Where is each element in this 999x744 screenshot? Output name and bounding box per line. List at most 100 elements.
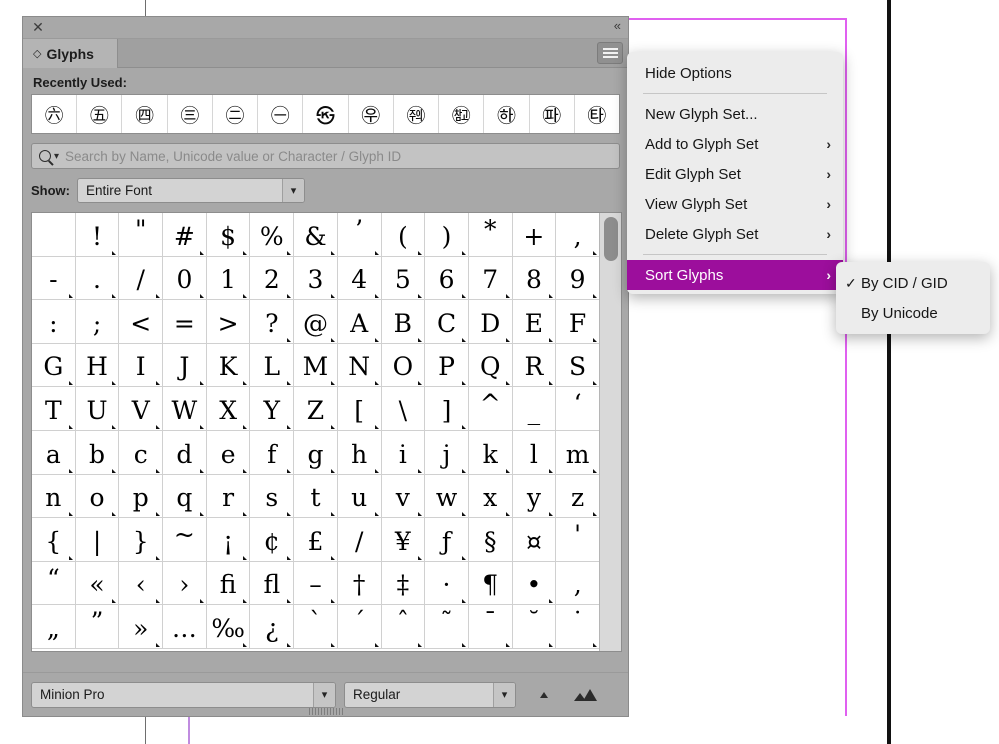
- alternates-triangle-icon[interactable]: [418, 381, 423, 386]
- menu-item-new-glyph-set[interactable]: New Glyph Set...: [627, 99, 843, 129]
- alternates-triangle-icon[interactable]: [287, 468, 292, 473]
- glyph-cell[interactable]: !: [75, 213, 120, 257]
- search-icon[interactable]: ▾: [32, 150, 63, 162]
- alternates-triangle-icon[interactable]: [330, 381, 335, 386]
- glyph-cell[interactable]: ^: [468, 387, 513, 431]
- alternates-triangle-icon[interactable]: [505, 381, 510, 386]
- glyph-cell[interactable]: -: [32, 256, 76, 301]
- alternates-triangle-icon[interactable]: [461, 337, 466, 342]
- alternates-triangle-icon[interactable]: [112, 424, 117, 429]
- glyph-cell[interactable]: *: [468, 213, 513, 257]
- alternates-triangle-icon[interactable]: [199, 294, 204, 299]
- glyph-cell[interactable]: &: [294, 213, 338, 257]
- glyph-cell[interactable]: E: [512, 300, 557, 344]
- alternates-triangle-icon[interactable]: [592, 381, 597, 386]
- alternates-triangle-icon[interactable]: [243, 250, 248, 255]
- show-filter-dropdown[interactable]: Entire Font ▾: [77, 178, 305, 203]
- glyph-cell[interactable]: ﬂ: [250, 561, 295, 606]
- alternates-triangle-icon[interactable]: [418, 555, 423, 560]
- glyph-cell[interactable]: /: [337, 518, 382, 562]
- glyph-cell[interactable]: :: [32, 300, 76, 344]
- alternates-triangle-icon[interactable]: [505, 512, 510, 517]
- glyph-cell[interactable]: ˘: [512, 605, 557, 649]
- glyph-cell[interactable]: H: [75, 343, 120, 388]
- alternates-triangle-icon[interactable]: [156, 381, 161, 386]
- alternates-triangle-icon[interactable]: [68, 555, 73, 560]
- glyph-cell[interactable]: `: [294, 605, 338, 649]
- submenu-item-by-unicode[interactable]: By Unicode: [836, 298, 990, 328]
- glyph-cell[interactable]: f: [250, 430, 295, 475]
- glyph-cell[interactable]: k: [468, 430, 513, 475]
- alternates-triangle-icon[interactable]: [330, 294, 335, 299]
- glyph-cell[interactable]: $: [206, 213, 251, 257]
- glyph-cell[interactable]: (: [381, 213, 426, 257]
- glyph-cell[interactable]: r: [206, 474, 251, 519]
- scrollbar-thumb[interactable]: [604, 217, 619, 261]
- alternates-triangle-icon[interactable]: [592, 468, 597, 473]
- alternates-triangle-icon[interactable]: [68, 294, 73, 299]
- recent-glyph-30[interactable]: ㊀: [258, 95, 304, 133]
- alternates-triangle-icon[interactable]: [243, 555, 248, 560]
- alternates-triangle-icon[interactable]: [330, 250, 335, 255]
- glyph-cell[interactable]: 4: [337, 256, 382, 301]
- glyph-cell[interactable]: z: [556, 474, 600, 519]
- alternates-triangle-icon[interactable]: [156, 294, 161, 299]
- glyph-cell[interactable]: W: [163, 387, 207, 431]
- glyph-cell[interactable]: 2: [250, 256, 295, 301]
- glyph-cell[interactable]: ˆ: [381, 605, 426, 649]
- glyph-cell[interactable]: q: [163, 474, 207, 519]
- glyph-cell[interactable]: [32, 213, 76, 257]
- alternates-triangle-icon[interactable]: [418, 468, 423, 473]
- recent-glyph-23[interactable]: ㉹: [575, 95, 619, 133]
- glyph-cell[interactable]: N: [337, 343, 382, 388]
- alternates-triangle-icon[interactable]: [243, 642, 248, 647]
- alternates-triangle-icon[interactable]: [461, 294, 466, 299]
- glyph-cell[interactable]: +: [512, 213, 557, 257]
- glyph-cell[interactable]: ˜: [425, 605, 469, 649]
- alternates-triangle-icon[interactable]: [243, 599, 248, 604]
- alternates-triangle-icon[interactable]: [461, 424, 466, 429]
- glyph-cell[interactable]: n: [32, 474, 76, 519]
- glyph-cell[interactable]: x: [468, 474, 513, 519]
- glyph-cell[interactable]: ": [119, 213, 164, 257]
- glyph-cell[interactable]: ‹: [119, 561, 164, 606]
- glyph-cell[interactable]: w: [425, 474, 469, 519]
- alternates-triangle-icon[interactable]: [505, 642, 510, 647]
- alternates-triangle-icon[interactable]: [287, 512, 292, 517]
- alternates-triangle-icon[interactable]: [374, 250, 379, 255]
- alternates-triangle-icon[interactable]: [418, 642, 423, 647]
- glyph-cell[interactable]: <: [119, 300, 164, 344]
- glyph-cell[interactable]: D: [468, 300, 513, 344]
- alternates-triangle-icon[interactable]: [287, 250, 292, 255]
- recent-glyph-33[interactable]: ㊃: [122, 95, 168, 133]
- glyph-cell[interactable]: «: [75, 561, 120, 606]
- recent-glyph-26[interactable]: ㉼: [439, 95, 485, 133]
- alternates-triangle-icon[interactable]: [243, 294, 248, 299]
- alternates-triangle-icon[interactable]: [549, 599, 554, 604]
- alternates-triangle-icon[interactable]: [461, 250, 466, 255]
- glyph-cell[interactable]: ˙: [556, 605, 600, 649]
- recent-glyph-27[interactable]: ㉽: [394, 95, 440, 133]
- alternates-triangle-icon[interactable]: [461, 468, 466, 473]
- font-style-dropdown[interactable]: Regular ▾: [344, 681, 516, 708]
- glyph-cell[interactable]: Y: [250, 387, 295, 431]
- glyph-cell[interactable]: ¯: [468, 605, 513, 649]
- glyph-cell[interactable]: „: [32, 605, 76, 649]
- recent-glyph-34[interactable]: ㊄: [77, 95, 123, 133]
- glyph-cell[interactable]: d: [163, 430, 207, 475]
- glyph-cell[interactable]: ‡: [381, 561, 426, 606]
- alternates-triangle-icon[interactable]: [505, 294, 510, 299]
- glyph-cell[interactable]: |: [75, 518, 120, 562]
- alternates-triangle-icon[interactable]: [243, 424, 248, 429]
- glyph-cell[interactable]: “: [32, 561, 76, 606]
- alternates-triangle-icon[interactable]: [156, 468, 161, 473]
- alternates-triangle-icon[interactable]: [330, 468, 335, 473]
- glyph-cell[interactable]: .: [75, 256, 120, 301]
- alternates-triangle-icon[interactable]: [330, 599, 335, 604]
- glyph-cell[interactable]: g: [294, 430, 338, 475]
- chevron-down-icon[interactable]: ▾: [313, 682, 335, 707]
- glyph-cell[interactable]: ”: [75, 605, 120, 649]
- alternates-triangle-icon[interactable]: [418, 250, 423, 255]
- menu-item-view-glyph-set[interactable]: View Glyph Set ›: [627, 189, 843, 219]
- recent-glyph-29[interactable]: ㉿: [303, 95, 349, 133]
